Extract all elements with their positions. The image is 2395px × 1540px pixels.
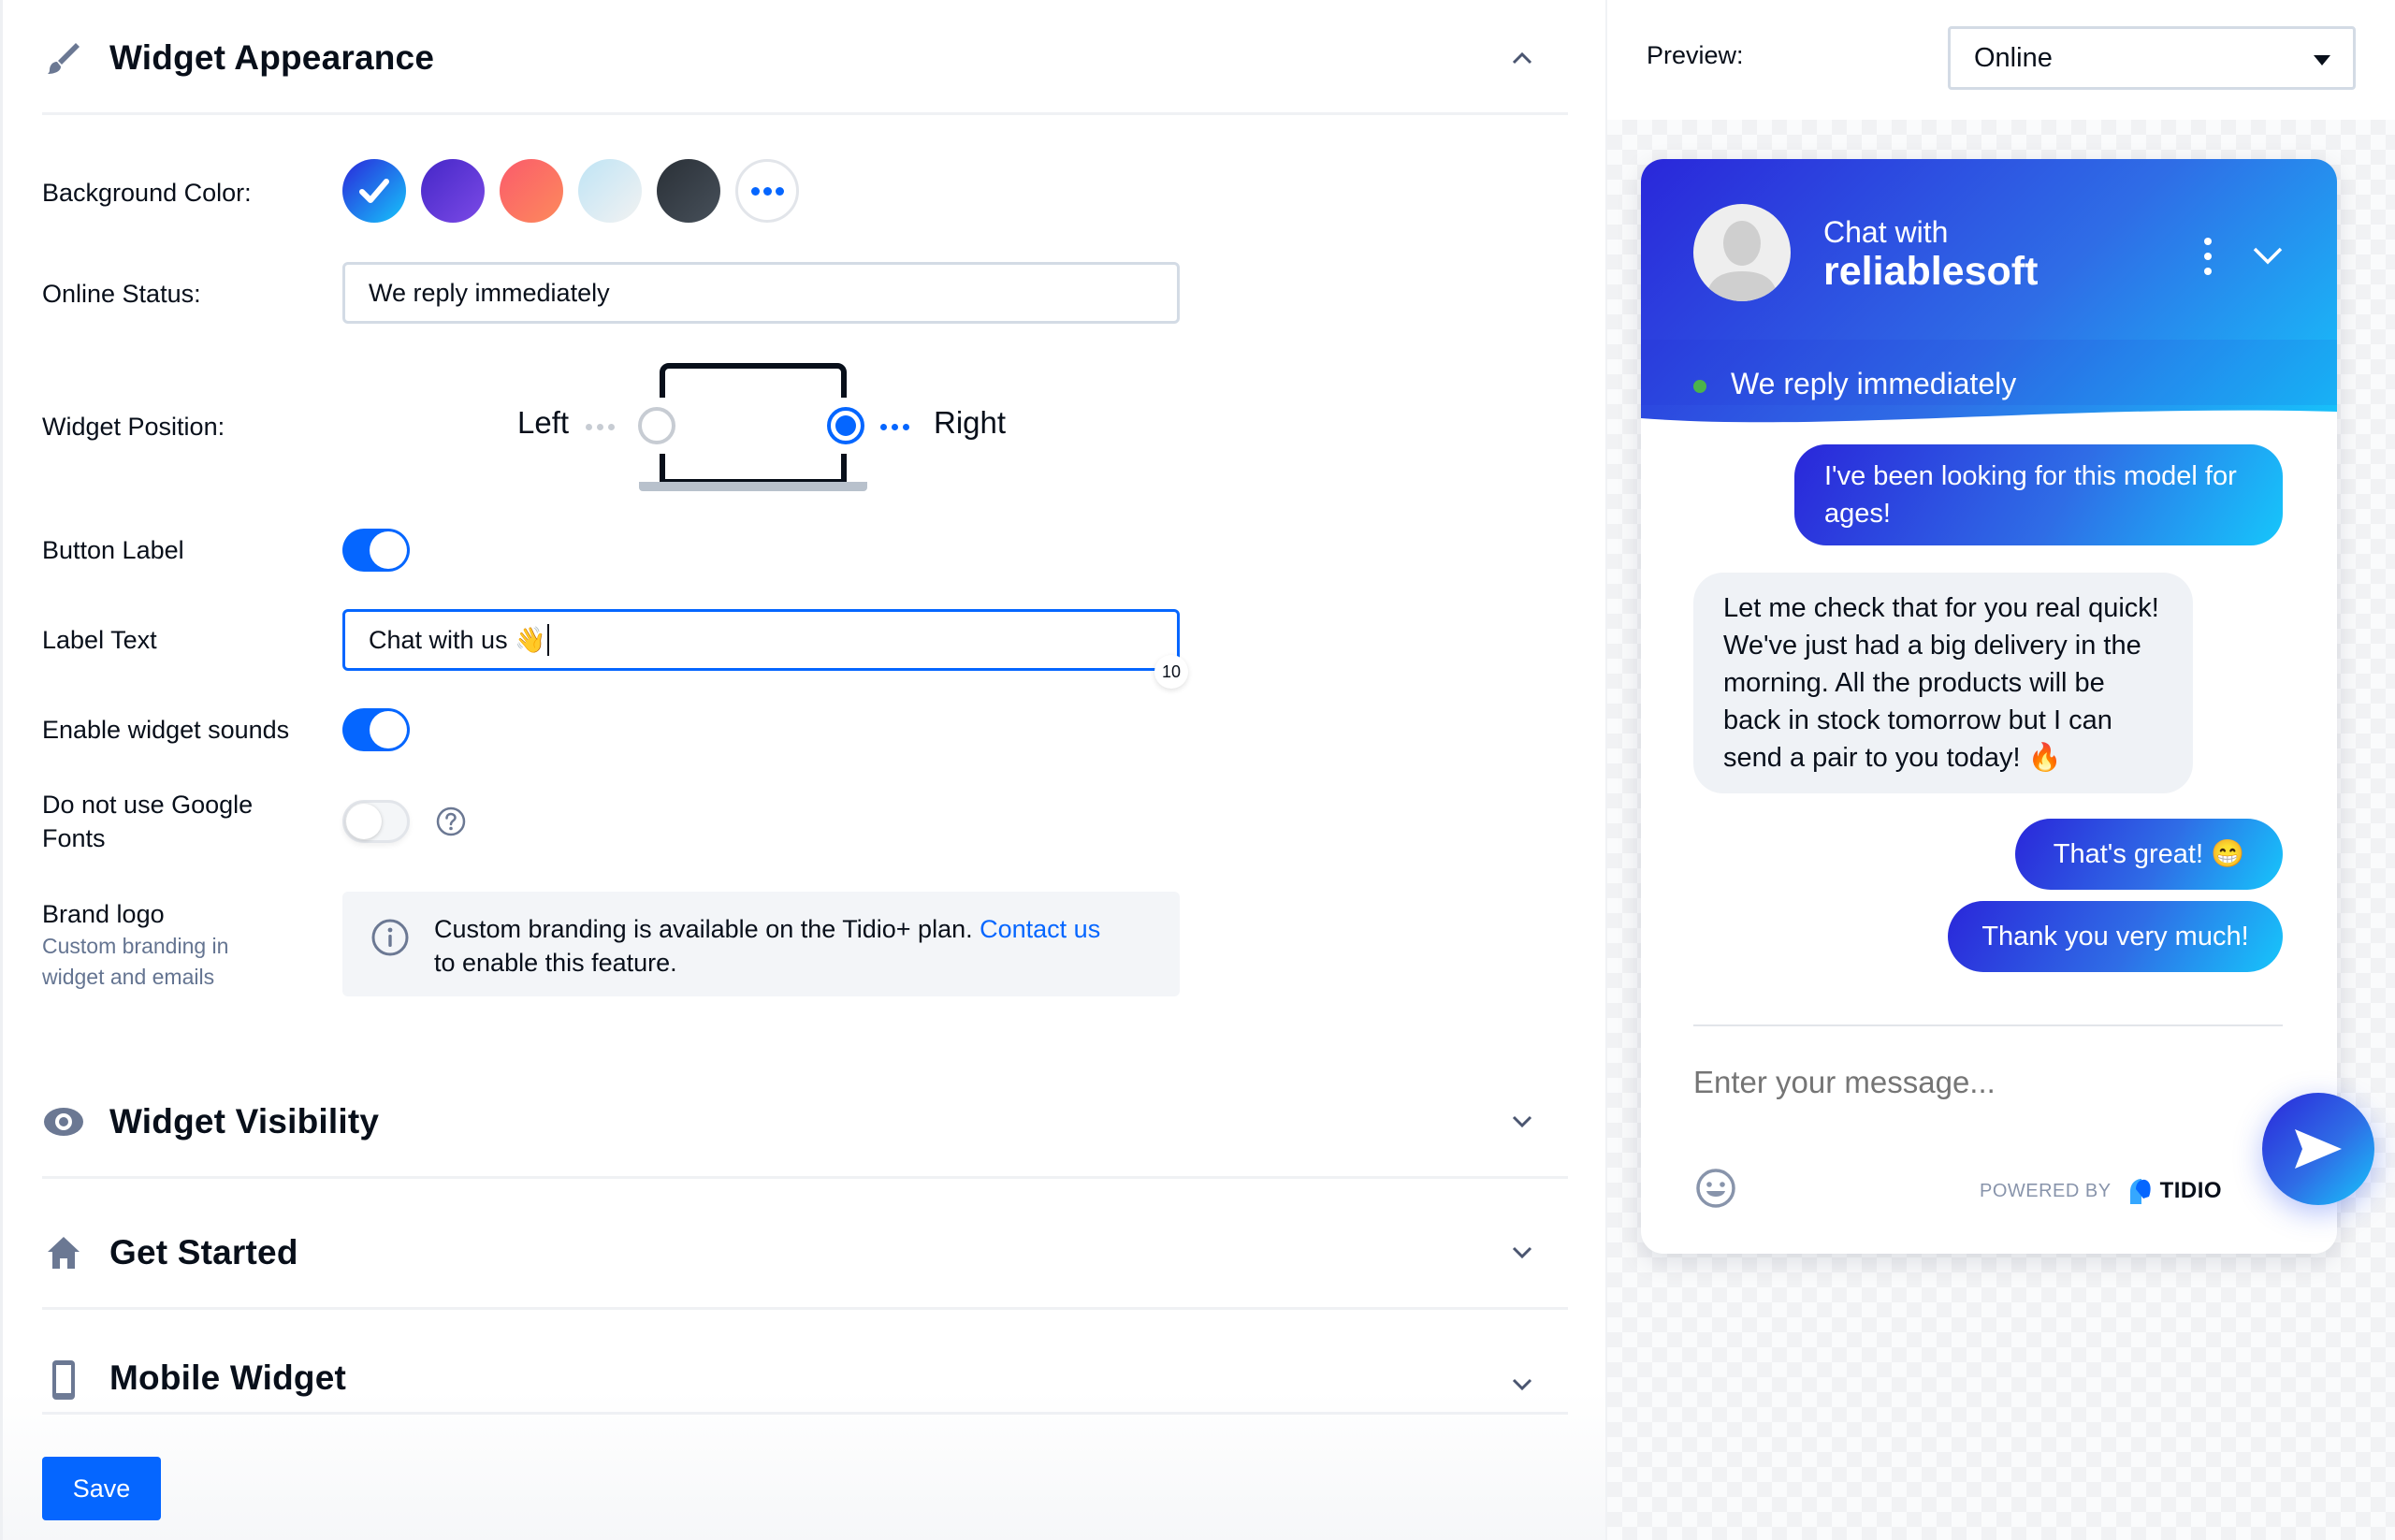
chat-message-visitor: That's great! 😁 [2015, 819, 2283, 890]
send-message-button[interactable] [2262, 1093, 2374, 1205]
chat-title-line2: reliablesoft [1823, 249, 2039, 294]
color-swatches [342, 159, 799, 223]
paintbrush-icon [42, 36, 85, 80]
eye-icon [42, 1100, 85, 1143]
powered-by-text: POWERED BY [1980, 1180, 2112, 1201]
tidio-logo-icon [2129, 1179, 2151, 1204]
widget-sounds-label: Enable widget sounds [42, 716, 290, 744]
position-left-radio[interactable] [638, 407, 675, 444]
chevron-down-icon[interactable] [1508, 1371, 1536, 1399]
google-fonts-label-line1: Do not use Google [42, 791, 254, 819]
color-swatch-blue[interactable] [342, 159, 406, 223]
button-label-toggle[interactable] [342, 529, 410, 572]
section-title: Get Started [109, 1232, 298, 1271]
brand-logo-title: Brand logo [42, 900, 165, 928]
label-text-label: Label Text [42, 626, 157, 654]
send-icon [2295, 1129, 2342, 1169]
emoji-icon[interactable] [1695, 1168, 1736, 1209]
widget-sounds-toggle[interactable] [342, 708, 410, 751]
chat-message-input[interactable] [1693, 1065, 2217, 1100]
section-title: Widget Appearance [109, 37, 435, 77]
more-colors-button[interactable] [735, 159, 799, 223]
brand-logo-sublabel-2: widget and emails [42, 965, 215, 989]
position-right-radio[interactable] [827, 407, 864, 444]
color-swatch-dark[interactable] [657, 159, 720, 223]
operator-avatar [1693, 204, 1791, 301]
more-options-icon[interactable] [2199, 238, 2217, 275]
label-text-value: Chat with us 👋 [369, 626, 546, 654]
chat-header: Chat with reliablesoft We reply immediat… [1641, 159, 2337, 442]
preview-selected-value: Online [1974, 42, 2053, 73]
chat-title-line1: Chat with [1823, 215, 1949, 249]
notice-text: Custom branding is available on the Tidi… [434, 915, 1101, 977]
background-color-label: Background Color: [42, 179, 252, 207]
question-mark-icon[interactable] [435, 806, 467, 837]
preview-status-select[interactable]: Online [1948, 26, 2356, 90]
home-icon [42, 1231, 85, 1274]
section-widget-appearance[interactable]: Widget Appearance [42, 3, 1568, 115]
minimize-chevron-icon[interactable] [2249, 241, 2286, 269]
chat-message-visitor: Thank you very much! [1948, 901, 2283, 972]
widget-position-label: Widget Position: [42, 413, 225, 441]
chat-message-visitor: I've been looking for this model for age… [1794, 444, 2283, 545]
chat-message-operator: Let me check that for you real quick! We… [1693, 573, 2193, 793]
online-status-label: Online Status: [42, 280, 201, 308]
info-icon [370, 918, 410, 957]
chat-divider [1693, 1024, 2283, 1026]
mobile-phone-icon [42, 1358, 85, 1402]
google-fonts-label-line2: Fonts [42, 824, 106, 852]
section-widget-visibility[interactable]: Widget Visibility [42, 1067, 1568, 1179]
chevron-down-icon[interactable] [1508, 1108, 1536, 1136]
label-text-input[interactable]: Chat with us 👋 10 [342, 609, 1188, 689]
color-swatch-light-blue[interactable] [578, 159, 642, 223]
tidio-brand: TIDIO [2159, 1178, 2223, 1203]
chat-widget-preview: Chat with reliablesoft We reply immediat… [1641, 159, 2337, 1254]
checkmark-icon [359, 179, 389, 203]
widget-position-picker: Left Right [508, 360, 1032, 496]
laptop-base [639, 482, 867, 491]
brand-logo-sublabel-1: Custom branding in [42, 934, 229, 958]
position-left-label: Left [517, 405, 570, 440]
brand-logo-label: Brand logo Custom branding in widget and… [42, 897, 228, 993]
dots-left-icon [586, 424, 615, 430]
preview-panel: Preview: Online Chat with reliablesoft W… [1605, 0, 2395, 1540]
position-right-label: Right [934, 405, 1007, 440]
google-fonts-label: Do not use Google Fonts [42, 788, 253, 855]
section-title: Widget Visibility [109, 1101, 380, 1140]
color-swatch-purple[interactable] [421, 159, 485, 223]
contact-us-link[interactable]: Contact us [980, 915, 1100, 943]
preview-label: Preview: [1647, 41, 1744, 69]
section-get-started[interactable]: Get Started [42, 1198, 1568, 1310]
dots-right-icon [880, 424, 909, 430]
online-status-input[interactable]: We reply immediately [342, 262, 1180, 324]
button-label-label: Button Label [42, 536, 184, 564]
chevron-up-icon[interactable] [1508, 44, 1536, 72]
powered-by-badge[interactable]: POWERED BY TIDIO [1980, 1176, 2222, 1206]
google-fonts-toggle[interactable] [342, 800, 410, 843]
header-wave [1641, 410, 2337, 442]
settings-panel: Widget Appearance Background Color: Onli… [0, 0, 1608, 1540]
section-title: Mobile Widget [109, 1358, 347, 1397]
chevron-down-icon[interactable] [1508, 1239, 1536, 1267]
dropdown-arrow-icon [2314, 55, 2330, 65]
save-button[interactable]: Save [42, 1457, 161, 1520]
laptop-illustration [660, 363, 847, 485]
color-swatch-coral[interactable] [500, 159, 563, 223]
character-counter: 10 [1154, 655, 1188, 689]
custom-branding-notice: Custom branding is available on the Tidi… [342, 892, 1180, 996]
section-mobile-widget[interactable]: Mobile Widget [42, 1329, 1568, 1415]
online-status-value: We reply immediately [369, 278, 610, 307]
